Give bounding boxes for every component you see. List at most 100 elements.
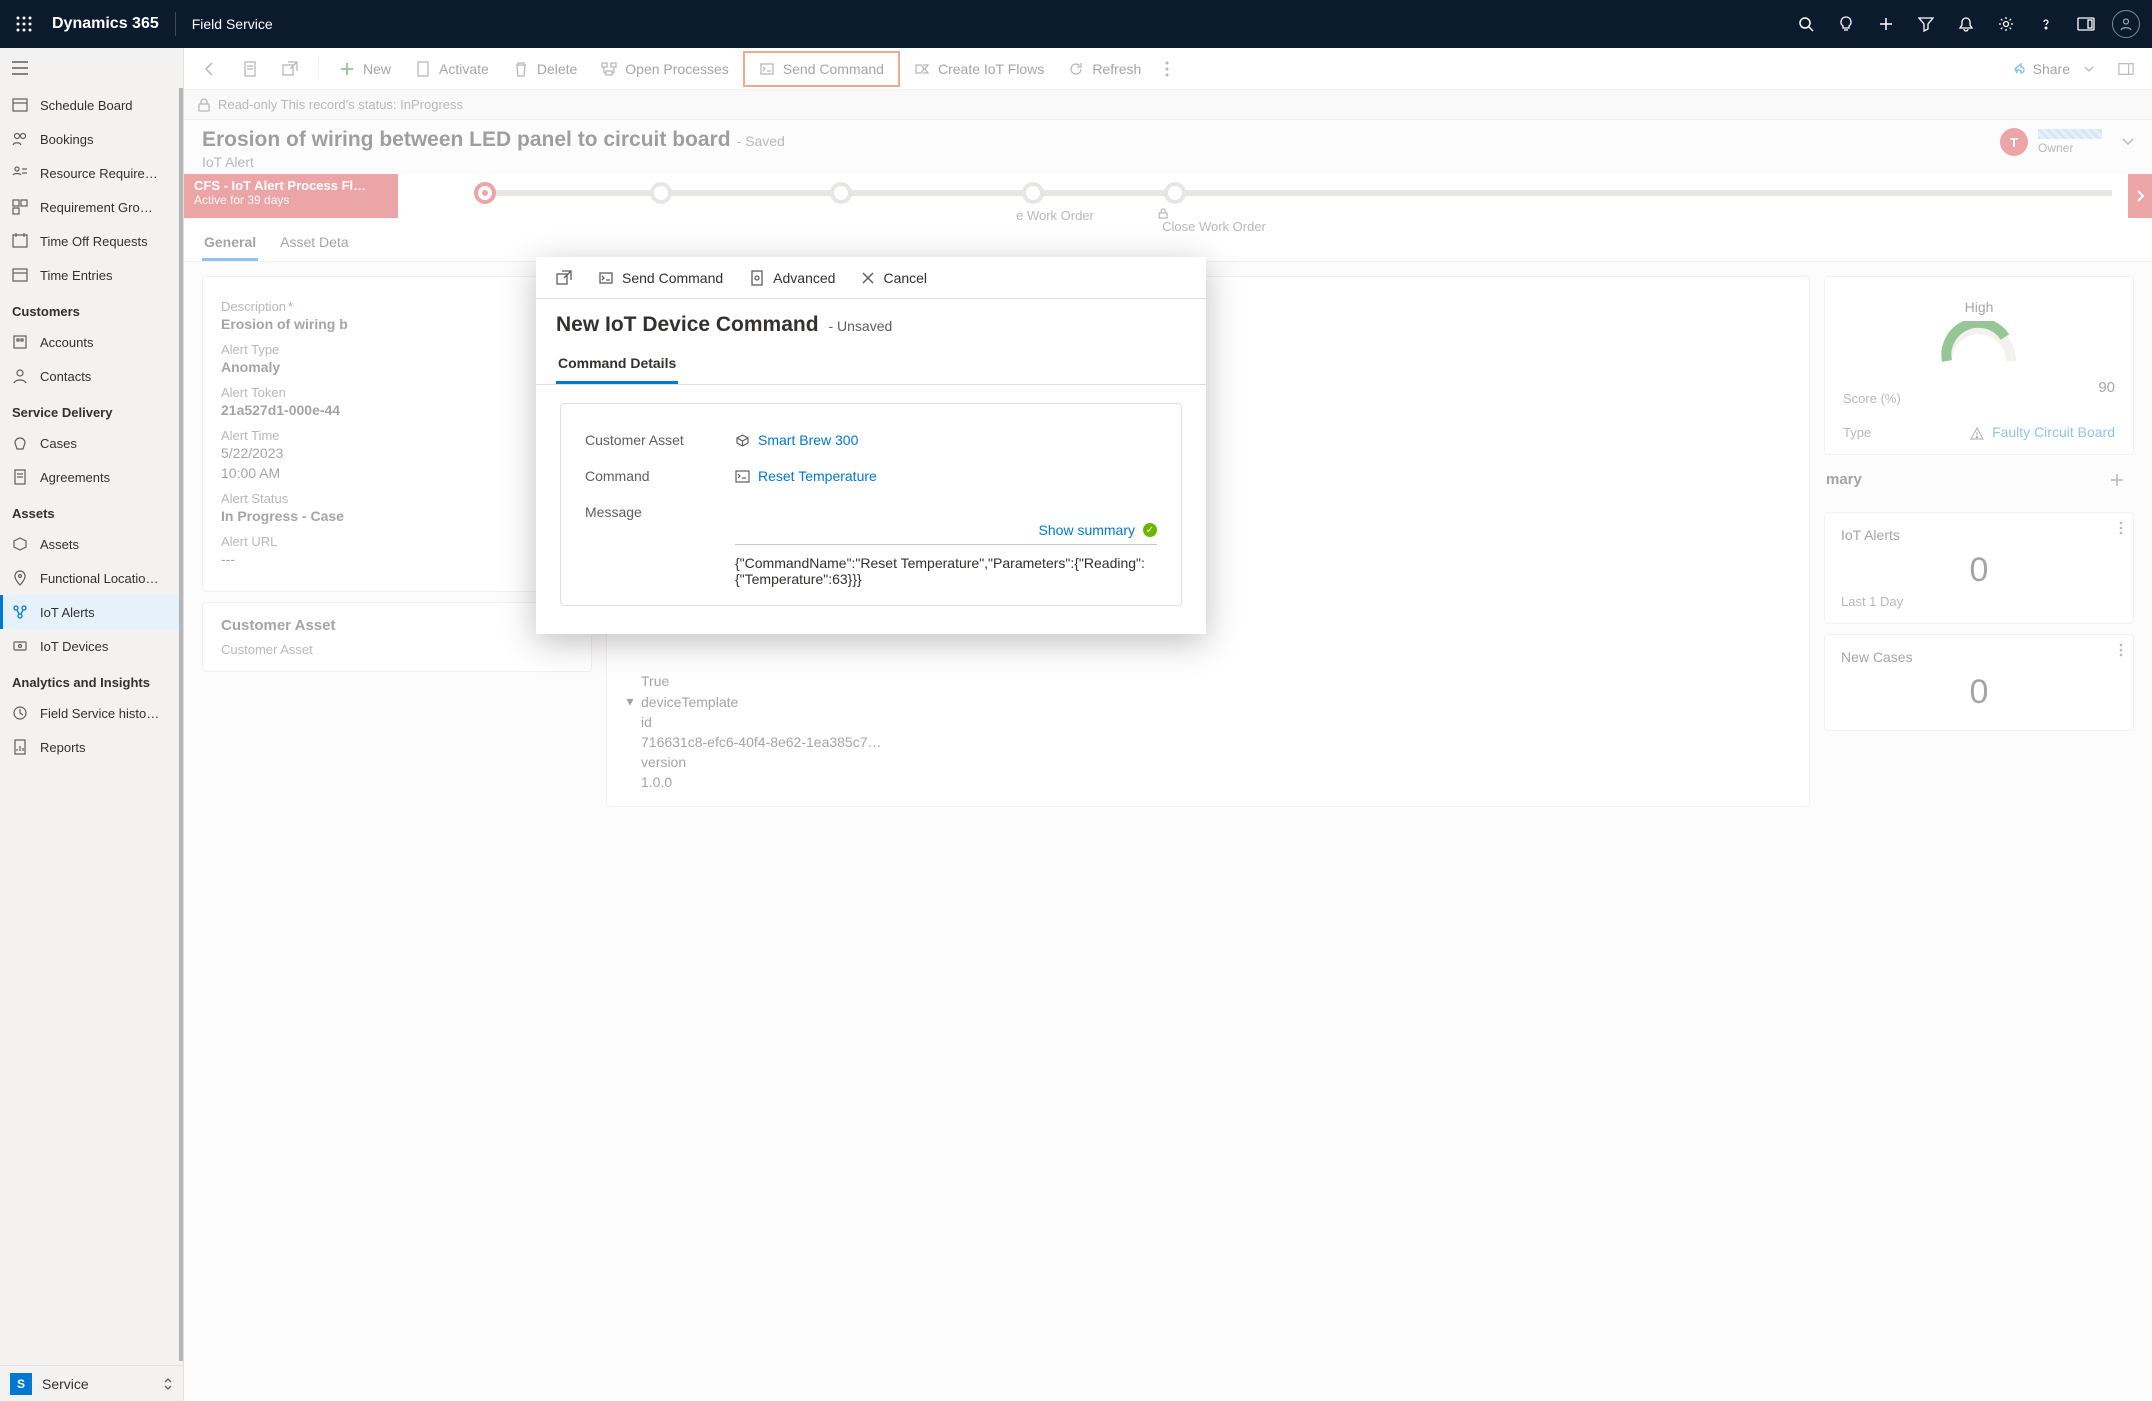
tile-overflow[interactable] [2119,643,2123,657]
gear-icon[interactable] [1990,8,2022,40]
add-icon[interactable] [1870,8,1902,40]
filter-icon[interactable] [1910,8,1942,40]
val-customer-asset[interactable]: Smart Brew 300 [735,432,1157,448]
sidebar-item-assets[interactable]: Assets [0,527,183,561]
bpf-node-3[interactable] [830,182,852,204]
sidebar-item-resource-req[interactable]: Resource Require… [0,156,183,190]
area-label[interactable]: Field Service [192,16,273,32]
sidebar-item-req-groups[interactable]: Requirement Gro… [0,190,183,224]
sidebar-item-schedule-board[interactable]: Schedule Board [0,88,183,122]
val-alert-status[interactable]: In Progress - Case [221,508,573,524]
val-alert-date[interactable]: 5/22/2023 [221,445,573,461]
sidebar-label: Functional Locatio… [40,571,159,586]
sidebar-item-agreements[interactable]: Agreements [0,460,183,494]
modal-send-command[interactable]: Send Command [588,264,733,292]
val-description[interactable]: Erosion of wiring b [221,316,573,332]
chevron-updown-icon [163,1377,173,1391]
hamburger-icon[interactable] [0,48,183,88]
sidebar-item-iot-alerts[interactable]: IoT Alerts [0,595,183,629]
valid-icon: ✓ [1143,523,1157,537]
iot-alerts-tile[interactable]: IoT Alerts 0 Last 1 Day [1824,512,2134,624]
sidebar-scrollbar[interactable] [179,88,183,1361]
sidebar-item-fs-history[interactable]: Field Service histo… [0,696,183,730]
modal-advanced[interactable]: Advanced [739,264,845,292]
create-iot-flows-button[interactable]: Create IoT Flows [904,55,1054,83]
owner-block[interactable]: T Owner [2000,128,2134,156]
topbar: Dynamics 365 Field Service [0,0,2152,48]
val-type[interactable]: Faulty Circuit Board [1970,424,2115,440]
bpf-node-1[interactable] [474,182,496,204]
sidebar-heading-service: Service Delivery [0,393,183,426]
brand[interactable]: Dynamics 365 [52,15,159,33]
sidebar-item-functional-loc[interactable]: Functional Locatio… [0,561,183,595]
activate-button[interactable]: Activate [405,55,499,83]
side-panel-button[interactable] [2108,55,2144,83]
sidebar-item-time-off[interactable]: Time Off Requests [0,224,183,258]
sidebar-item-contacts[interactable]: Contacts [0,359,183,393]
new-button[interactable]: New [329,55,401,83]
bpf-node-2[interactable] [650,182,672,204]
val-alert-url[interactable]: --- [221,551,573,567]
new-cases-tile[interactable]: New Cases 0 [1824,634,2134,731]
sidebar-item-time-entries[interactable]: Time Entries [0,258,183,292]
back-button[interactable] [192,55,228,83]
overflow-button[interactable] [1155,55,1179,83]
sidebar-item-bookings[interactable]: Bookings [0,122,183,156]
open-processes-button[interactable]: Open Processes [591,55,739,83]
lightbulb-icon[interactable] [1830,8,1862,40]
val-alert-token[interactable]: 21a527d1-000e-44 [221,402,573,418]
record-entity: IoT Alert [202,154,785,170]
tab-asset-details[interactable]: Asset Deta [278,226,350,261]
message-text[interactable]: {"CommandName":"Reset Temperature","Para… [735,555,1157,587]
modal-cancel[interactable]: Cancel [851,264,937,292]
sidebar-item-accounts[interactable]: Accounts [0,325,183,359]
lbl-type: Type [1843,425,1871,440]
lbl-alert-time: Alert Time [221,428,573,443]
refresh-button[interactable]: Refresh [1058,55,1151,83]
new-iot-command-dialog: Send Command Advanced Cancel New IoT Dev… [536,257,1206,634]
bpf-node-5[interactable] [1164,182,1186,204]
share-button[interactable]: Share [1999,55,2104,83]
chevron-down-icon[interactable] [2122,138,2134,146]
user-avatar[interactable] [2112,10,2140,38]
open-new-window[interactable] [272,55,308,83]
tree-version-lbl: version [625,752,1791,772]
message-toolbar: Show summary ✓ [735,522,1157,545]
bell-icon[interactable] [1950,8,1982,40]
sidebar-item-cases[interactable]: Cases [0,426,183,460]
lbl-alert-url: Alert URL [221,534,573,549]
send-command-button[interactable]: Send Command [749,55,894,83]
panel-icon[interactable] [2070,8,2102,40]
sidebar-label: Contacts [40,369,91,384]
send-command-highlight: Send Command [743,51,900,87]
sidebar-heading-customers: Customers [0,292,183,325]
tab-general[interactable]: General [202,226,258,261]
bpf-node-4[interactable] [1022,182,1044,204]
warning-icon [1970,427,1984,440]
modal-tab-command-details[interactable]: Command Details [556,345,678,384]
lbl-customer-asset: Customer Asset [221,642,573,657]
add-icon[interactable] [2110,473,2124,487]
app-launcher-icon[interactable] [12,12,36,36]
modal-popout[interactable] [546,264,582,292]
tree-devicetemplate[interactable]: ▾deviceTemplate [625,691,1791,712]
val-alert-time[interactable]: 10:00 AM [221,465,573,481]
summary-heading: mary [1824,465,2134,494]
val-command[interactable]: Reset Temperature [735,468,1157,484]
sidebar-item-reports[interactable]: Reports [0,730,183,764]
search-icon[interactable] [1790,8,1822,40]
bpf-advance-button[interactable] [2128,174,2152,218]
modal-status: - Unsaved [828,318,892,334]
owner-name-redacted [2038,129,2102,139]
delete-button[interactable]: Delete [503,55,587,83]
area-badge: S [10,1373,32,1395]
help-icon[interactable] [2030,8,2062,40]
sidebar-item-iot-devices[interactable]: IoT Devices [0,629,183,663]
bpf-active-stage[interactable]: CFS - IoT Alert Process Fl… Active for 3… [184,174,398,218]
form-selector[interactable] [232,55,268,83]
divider [175,12,176,36]
tile-overflow[interactable] [2119,521,2123,535]
sidebar-area-switcher[interactable]: S Service [0,1365,183,1401]
val-alert-type[interactable]: Anomaly [221,359,573,375]
show-summary-link[interactable]: Show summary [1039,522,1135,538]
